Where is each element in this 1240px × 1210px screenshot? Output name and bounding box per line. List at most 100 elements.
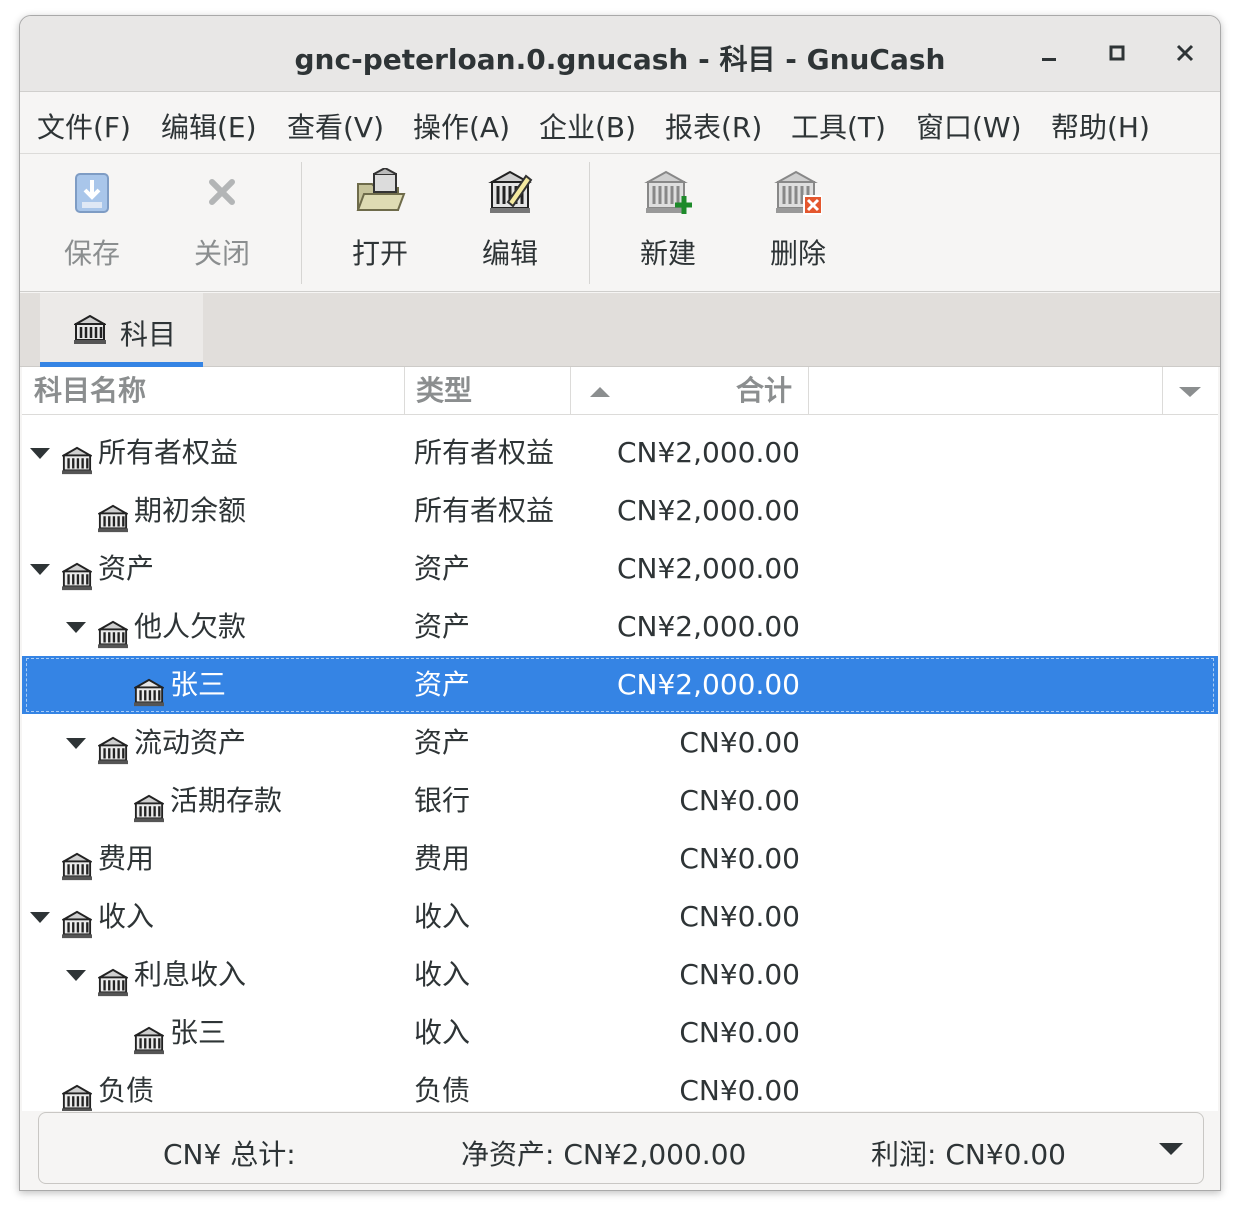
summary-currency-total: CN¥ 总计: — [163, 1138, 296, 1171]
account-type: 收入 — [414, 958, 471, 991]
account-type: 银行 — [414, 784, 471, 817]
menu-edit[interactable]: 编辑(E) — [161, 106, 257, 146]
save-button[interactable]: 保存 — [37, 168, 147, 288]
maximize-button[interactable] — [1100, 36, 1134, 70]
tree-row[interactable]: 负债 负债 CN¥0.00 — [22, 1062, 1218, 1111]
chevron-down-icon[interactable] — [1159, 1143, 1183, 1155]
account-type: 负债 — [414, 1074, 471, 1107]
account-type: 资产 — [414, 726, 471, 759]
account-name: 负债 — [98, 1074, 155, 1107]
summary-bar[interactable]: CN¥ 总计: 净资产: CN¥2,000.00 利润: CN¥0.00 — [38, 1112, 1204, 1184]
account-type: 资产 — [414, 552, 471, 585]
account-total: CN¥2,000.00 — [617, 552, 800, 585]
account-type: 所有者权益 — [414, 494, 555, 527]
account-name: 他人欠款 — [134, 610, 247, 643]
sort-ascending-icon[interactable] — [588, 385, 612, 399]
close-icon — [209, 179, 235, 205]
account-total: CN¥0.00 — [679, 726, 800, 759]
account-total: CN¥0.00 — [679, 784, 800, 817]
column-header-type[interactable]: 类型 — [416, 367, 472, 415]
tree-row[interactable]: 活期存款 银行 CN¥0.00 — [22, 772, 1218, 830]
account-name: 所有者权益 — [98, 436, 239, 469]
account-total: CN¥0.00 — [679, 1016, 800, 1049]
tree-row[interactable]: 费用 费用 CN¥0.00 — [22, 830, 1218, 888]
tree-row[interactable]: 张三 资产 CN¥2,000.00 — [22, 656, 1218, 714]
menu-reports[interactable]: 报表(R) — [665, 106, 762, 146]
account-name: 张三 — [170, 1016, 227, 1049]
tree-row[interactable]: 张三 收入 CN¥0.00 — [22, 1004, 1218, 1062]
menu-file[interactable]: 文件(F) — [37, 106, 131, 146]
edit-button[interactable]: 编辑 — [455, 168, 565, 288]
account-name: 活期存款 — [170, 784, 283, 817]
account-type: 资产 — [414, 610, 471, 643]
minimize-icon — [1042, 58, 1056, 61]
tree-row[interactable]: 他人欠款 资产 CN¥2,000.00 — [22, 598, 1218, 656]
menubar: 文件(F) 编辑(E) 查看(V) 操作(A) 企业(B) 报表(R) 工具(T… — [20, 92, 1220, 154]
open-button[interactable]: 打开 — [325, 168, 435, 288]
tree-row[interactable]: 所有者权益 所有者权益 CN¥2,000.00 — [22, 424, 1218, 482]
tree-row[interactable]: 流动资产 资产 CN¥0.00 — [22, 714, 1218, 772]
delete-account-button[interactable]: 删除 — [743, 168, 853, 288]
summary-net-assets: 净资产: CN¥2,000.00 — [461, 1138, 747, 1171]
expander-arrow-icon[interactable] — [66, 738, 86, 749]
new-account-icon — [644, 170, 692, 214]
tab-label: 科目 — [120, 318, 177, 351]
tree-row[interactable]: 资产 资产 CN¥2,000.00 — [22, 540, 1218, 598]
account-tree[interactable]: 科目名称 类型 合计 所有者权益 所有者权益 CN¥2,000.00 期初余额 … — [22, 367, 1218, 1111]
account-name: 资产 — [98, 552, 155, 585]
expander-arrow-icon[interactable] — [30, 912, 50, 923]
expander-arrow-icon[interactable] — [30, 564, 50, 575]
account-total: CN¥0.00 — [679, 1074, 800, 1107]
account-total: CN¥2,000.00 — [617, 668, 800, 701]
tree-header: 科目名称 类型 合计 — [22, 367, 1218, 415]
open-account-icon — [356, 168, 406, 211]
account-total: CN¥2,000.00 — [617, 494, 800, 527]
account-type: 收入 — [414, 1016, 471, 1049]
account-type: 资产 — [414, 668, 471, 701]
menu-actions[interactable]: 操作(A) — [413, 106, 510, 146]
menu-tools[interactable]: 工具(T) — [791, 106, 886, 146]
save-label: 保存 — [63, 237, 120, 270]
app-window: gnc-peterloan.0.gnucash - 科目 - GnuCash 文… — [19, 15, 1221, 1191]
account-name: 利息收入 — [134, 958, 247, 991]
menu-help[interactable]: 帮助(H) — [1051, 106, 1150, 146]
titlebar[interactable]: gnc-peterloan.0.gnucash - 科目 - GnuCash — [20, 16, 1220, 92]
edit-label: 编辑 — [481, 237, 538, 270]
account-total: CN¥0.00 — [679, 842, 800, 875]
column-separator — [808, 367, 809, 415]
account-name: 费用 — [98, 842, 155, 875]
toolbar-separator — [301, 162, 302, 284]
tree-row[interactable]: 利息收入 收入 CN¥0.00 — [22, 946, 1218, 1004]
account-type: 所有者权益 — [414, 436, 555, 469]
column-header-total[interactable]: 合计 — [736, 367, 792, 415]
account-icon — [74, 315, 106, 344]
delete-label: 删除 — [769, 237, 826, 270]
column-chooser-icon[interactable] — [1177, 385, 1203, 399]
tab-accounts[interactable]: 科目 — [40, 293, 203, 367]
maximize-icon — [1109, 45, 1125, 61]
account-total: CN¥2,000.00 — [617, 436, 800, 469]
column-separator — [570, 367, 571, 415]
delete-account-icon — [774, 170, 822, 215]
menu-business[interactable]: 企业(B) — [539, 106, 636, 146]
close-window-button[interactable] — [1168, 36, 1202, 70]
open-label: 打开 — [351, 237, 408, 270]
account-total: CN¥2,000.00 — [617, 610, 800, 643]
new-account-button[interactable]: 新建 — [613, 168, 723, 288]
account-total: CN¥0.00 — [679, 958, 800, 991]
column-separator — [404, 367, 405, 415]
account-total: CN¥0.00 — [679, 900, 800, 933]
column-header-name[interactable]: 科目名称 — [34, 367, 146, 415]
menu-windows[interactable]: 窗口(W) — [916, 106, 1022, 146]
tree-row[interactable]: 收入 收入 CN¥0.00 — [22, 888, 1218, 946]
tree-row[interactable]: 期初余额 所有者权益 CN¥2,000.00 — [22, 482, 1218, 540]
close-button[interactable]: 关闭 — [167, 168, 277, 288]
expander-arrow-icon[interactable] — [66, 622, 86, 633]
expander-arrow-icon[interactable] — [66, 970, 86, 981]
notebook-tabs: 科目 — [20, 293, 1220, 367]
expander-arrow-icon[interactable] — [30, 448, 50, 459]
menu-view[interactable]: 查看(V) — [287, 106, 384, 146]
account-type: 费用 — [414, 842, 471, 875]
edit-account-icon — [488, 170, 533, 213]
minimize-button[interactable] — [1032, 36, 1066, 70]
